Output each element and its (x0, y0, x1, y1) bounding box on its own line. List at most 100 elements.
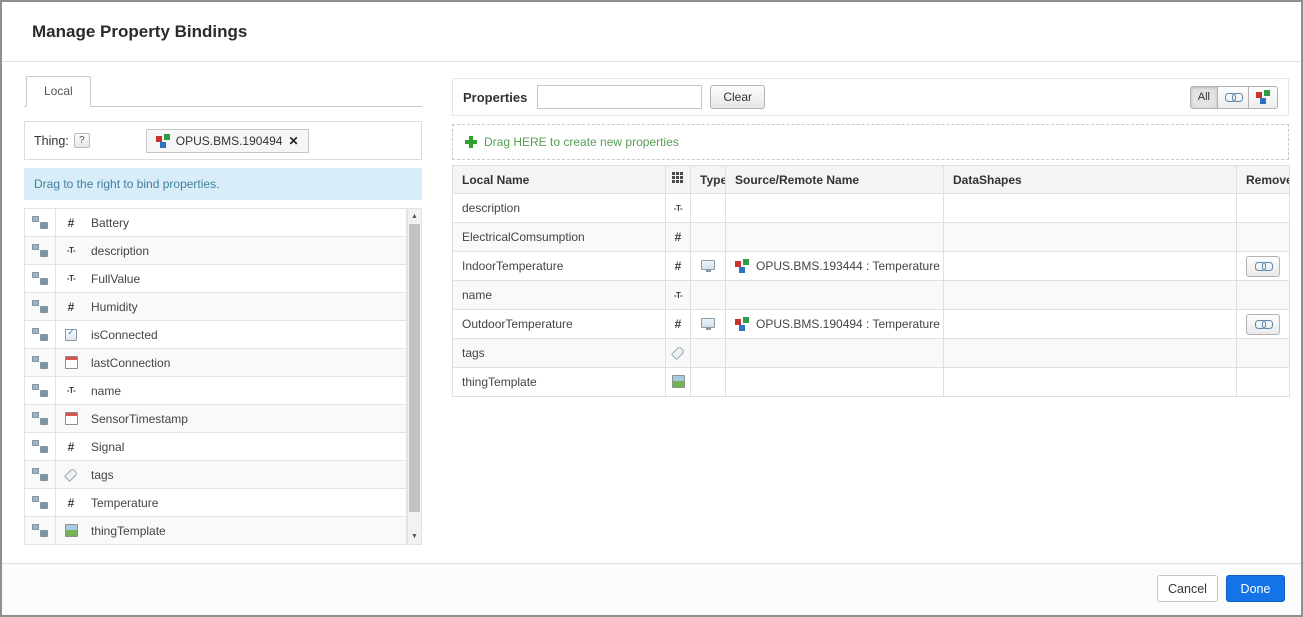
remove-thing-icon[interactable] (288, 135, 298, 147)
type-icon (669, 287, 687, 303)
list-item[interactable]: tags (24, 461, 407, 489)
local-property-list: Battery description FullValue Humidity i (24, 208, 422, 545)
datashapes-cell (943, 251, 1237, 281)
dialog-footer: Cancel Done (2, 563, 1301, 615)
property-name: description (91, 243, 150, 258)
local-name-cell[interactable]: thingTemplate (452, 367, 666, 397)
header-type: Type (690, 165, 726, 194)
thing-chip-label: OPUS.BMS.190494 (175, 133, 283, 148)
table-row[interactable]: ElectricalComsumption (452, 222, 1290, 252)
bind-drag-icon[interactable] (25, 265, 56, 292)
source-name: OPUS.BMS.193444 : Temperature (756, 259, 940, 273)
local-name-cell[interactable]: ElectricalComsumption (452, 222, 666, 252)
type-icon (669, 345, 687, 361)
thing-chip[interactable]: OPUS.BMS.190494 (145, 128, 309, 153)
list-item[interactable]: Temperature (24, 489, 407, 517)
list-item[interactable]: name (24, 377, 407, 405)
property-name: Humidity (91, 299, 138, 314)
list-item[interactable]: Signal (24, 433, 407, 461)
bind-drag-icon[interactable] (25, 517, 56, 544)
scroll-thumb[interactable] (409, 224, 420, 512)
help-icon[interactable]: ? (73, 133, 90, 148)
type-icon (62, 243, 80, 259)
local-name-cell[interactable]: OutdoorTemperature (452, 309, 666, 339)
tab-local[interactable]: Local (26, 76, 91, 107)
bind-drag-icon[interactable] (25, 405, 56, 432)
bind-drag-icon[interactable] (25, 461, 56, 488)
property-name: Battery (91, 215, 130, 230)
new-property-drop-zone[interactable]: Drag HERE to create new properties (452, 124, 1289, 160)
type-icon (669, 200, 687, 216)
bind-drag-icon[interactable] (25, 489, 56, 516)
local-name-cell[interactable]: name (452, 280, 666, 310)
unbind-icon (1255, 319, 1273, 329)
property-name: thingTemplate (91, 523, 166, 538)
bind-drag-icon[interactable] (25, 349, 56, 376)
header-local-name: Local Name (452, 165, 666, 194)
properties-label: Properties (463, 89, 528, 105)
left-tab-strip: Local (24, 76, 422, 107)
header-grid (665, 165, 691, 194)
local-name-cell[interactable]: description (452, 193, 666, 223)
local-name-cell[interactable]: IndoorTemperature (452, 251, 666, 281)
type-icon (62, 523, 80, 539)
bind-drag-icon[interactable] (25, 293, 56, 320)
type-icon (62, 467, 80, 483)
table-row[interactable]: thingTemplate (452, 367, 1290, 397)
thing-label: Thing: (34, 133, 69, 148)
table-row[interactable]: OutdoorTemperature OPUS.BMS.190494 : Tem… (452, 309, 1290, 339)
filter-local-bind-button[interactable] (1249, 85, 1278, 109)
type-icon (669, 316, 687, 332)
bind-drag-icon[interactable] (25, 377, 56, 404)
list-item[interactable]: FullValue (24, 265, 407, 293)
list-item[interactable]: lastConnection (24, 349, 407, 377)
cancel-button[interactable]: Cancel (1157, 575, 1218, 602)
bind-drag-icon[interactable] (25, 237, 56, 264)
list-item[interactable]: SensorTimestamp (24, 405, 407, 433)
done-button[interactable]: Done (1226, 575, 1285, 602)
unbind-button[interactable] (1246, 313, 1280, 335)
datashapes-cell (943, 280, 1237, 310)
bind-drag-icon[interactable] (25, 321, 56, 348)
properties-toolbar: Properties Clear All (452, 78, 1289, 116)
bind-drag-icon[interactable] (25, 433, 56, 460)
bind-drag-icon[interactable] (25, 209, 56, 236)
table-row[interactable]: IndoorTemperature OPUS.BMS.193444 : Temp… (452, 251, 1290, 281)
list-item[interactable]: Battery (24, 209, 407, 237)
type-icon (62, 327, 80, 343)
thing-bind-icon (1256, 90, 1270, 104)
list-item[interactable]: Humidity (24, 293, 407, 321)
unbind-button[interactable] (1246, 255, 1280, 277)
list-item[interactable]: isConnected (24, 321, 407, 349)
thing-icon (735, 317, 749, 331)
header-source: Source/Remote Name (725, 165, 944, 194)
remote-binding-icon (701, 260, 715, 272)
property-name: lastConnection (91, 355, 171, 370)
scroll-up-icon[interactable] (408, 209, 421, 224)
property-name: Temperature (91, 495, 159, 510)
properties-search-input[interactable] (537, 85, 703, 109)
type-icon (669, 258, 687, 274)
type-icon (62, 215, 80, 231)
drag-hint-banner: Drag to the right to bind properties. (24, 168, 422, 200)
property-name: FullValue (91, 271, 141, 286)
table-row[interactable]: tags (452, 338, 1290, 368)
manage-property-bindings-dialog: Manage Property Bindings Local Thing: ? … (0, 0, 1303, 617)
property-name: isConnected (91, 327, 158, 342)
local-name-cell[interactable]: tags (452, 338, 666, 368)
clear-button[interactable]: Clear (710, 85, 765, 109)
type-icon (62, 271, 80, 287)
list-item[interactable]: thingTemplate (24, 517, 407, 545)
thing-icon (735, 259, 749, 273)
type-icon (62, 495, 80, 511)
filter-bound-button[interactable] (1218, 85, 1249, 109)
table-row[interactable]: description (452, 193, 1290, 223)
property-name: tags (91, 467, 114, 482)
chain-link-icon (1225, 92, 1243, 102)
type-icon (62, 383, 80, 399)
plus-icon (465, 136, 477, 148)
list-item[interactable]: description (24, 237, 407, 265)
filter-all-button[interactable]: All (1189, 85, 1218, 109)
table-row[interactable]: name (452, 280, 1290, 310)
scrollbar[interactable] (407, 208, 422, 545)
